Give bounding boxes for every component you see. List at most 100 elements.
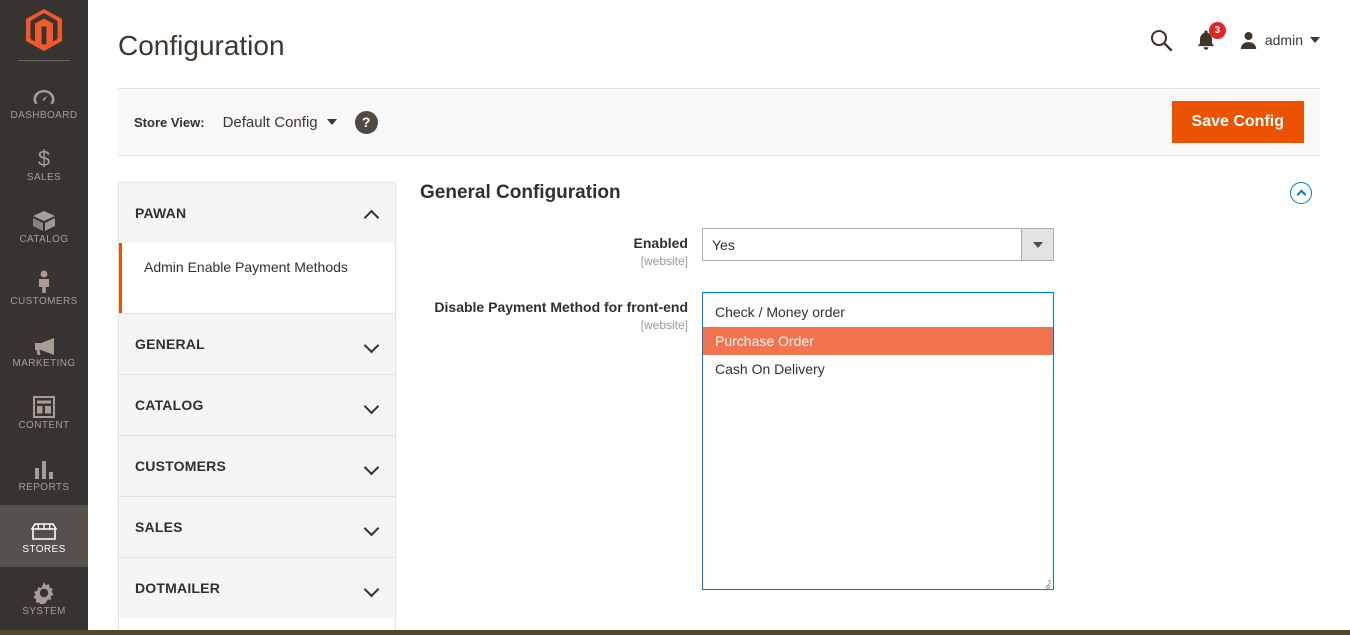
chevron-up-icon [366, 207, 379, 220]
config-section-dotmailer: DOTMAILER [118, 557, 396, 618]
form-section-header: General Configuration [420, 182, 1320, 204]
gear-icon [33, 579, 55, 604]
field-control-disable-payment-method: Check / Money order Purchase Order Cash … [702, 291, 1320, 590]
main-content: Configuration 3 admin Store View: Defaul… [88, 0, 1350, 635]
search-icon[interactable] [1149, 28, 1173, 52]
field-scope-text: [website] [640, 253, 688, 268]
config-section-catalog: CATALOG [118, 374, 396, 435]
sidebar-item-label: CATALOG [19, 234, 69, 245]
page-header: Configuration 3 admin [88, 0, 1350, 88]
sidebar-item-stores[interactable]: STORES [0, 505, 88, 567]
chevron-down-icon [366, 460, 379, 473]
help-icon[interactable]: ? [354, 110, 378, 134]
sidebar-item-content[interactable]: CONTENT [0, 381, 88, 443]
person-icon [36, 269, 52, 294]
dashboard-icon [32, 83, 56, 108]
config-section-title: GENERAL [135, 336, 205, 352]
config-section-title: PAWAN [135, 205, 187, 221]
layout-icon [33, 393, 55, 418]
user-name: admin [1264, 32, 1303, 48]
form-section-title: General Configuration [420, 182, 621, 203]
enabled-select[interactable]: Yes [702, 228, 1054, 261]
chevron-down-icon [366, 399, 379, 412]
multiselect-option-purchase-order[interactable]: Purchase Order [703, 326, 1053, 356]
admin-page: DASHBOARD $ SALES CATALOG CUSTOMERS MARK… [0, 0, 1350, 635]
chevron-down-icon[interactable] [1021, 228, 1054, 261]
header-actions: 3 admin [1149, 0, 1320, 52]
field-label-enabled: Enabled [website] [420, 228, 702, 268]
bottom-edge-strip [0, 630, 1350, 635]
magento-logo[interactable] [0, 0, 88, 60]
config-section-header[interactable]: CATALOG [119, 375, 395, 435]
store-view-switcher: Store View: Default Config ? [134, 110, 378, 134]
bar-chart-icon [33, 455, 55, 480]
enabled-select-value: Yes [702, 228, 1021, 261]
chevron-down-icon [366, 582, 379, 595]
sidebar-item-system[interactable]: SYSTEM [0, 567, 88, 629]
sidebar-item-reports[interactable]: REPORTS [0, 443, 88, 505]
notifications-badge: 3 [1208, 21, 1226, 39]
bell-icon[interactable]: 3 [1195, 21, 1226, 52]
storefront-icon [31, 517, 57, 542]
magento-logo-icon [26, 9, 62, 51]
chevron-down-icon [1310, 37, 1320, 43]
multiselect-option-cash-on-delivery[interactable]: Cash On Delivery [703, 355, 1053, 384]
admin-sidebar: DASHBOARD $ SALES CATALOG CUSTOMERS MARK… [0, 0, 88, 635]
field-label-text: Disable Payment Method for front-end [434, 298, 688, 315]
config-nav-item-admin-enable-payment-methods[interactable]: Admin Enable Payment Methods [119, 243, 395, 313]
multiselect-option-check-money-order[interactable]: Check / Money order [703, 298, 1053, 327]
sidebar-item-catalog[interactable]: CATALOG [0, 195, 88, 257]
config-section-customers: CUSTOMERS [118, 435, 396, 496]
config-section-header[interactable]: SALES [119, 497, 395, 557]
page-title: Configuration [118, 30, 285, 61]
megaphone-icon [32, 331, 56, 356]
store-view-select[interactable]: Default Config [223, 114, 337, 131]
config-content: PAWAN Admin Enable Payment Methods GENER… [88, 182, 1350, 635]
chevron-up-circle-icon[interactable] [1290, 182, 1312, 204]
resize-handle[interactable] [1038, 574, 1052, 589]
save-config-button[interactable]: Save Config [1171, 101, 1304, 143]
sidebar-item-dashboard[interactable]: DASHBOARD [0, 71, 88, 133]
sidebar-item-label: REPORTS [18, 482, 70, 493]
store-view-value: Default Config [222, 113, 318, 131]
sidebar-item-label: SALES [26, 172, 62, 183]
dollar-icon: $ [36, 145, 52, 170]
nav-divider-top [18, 60, 70, 61]
config-section-header[interactable]: CUSTOMERS [119, 436, 395, 496]
field-label-text: Enabled [633, 235, 688, 251]
sidebar-item-customers[interactable]: CUSTOMERS [0, 257, 88, 319]
box-icon [32, 207, 56, 232]
sidebar-item-label: SYSTEM [22, 606, 66, 617]
field-label-disable-payment-method: Disable Payment Method for front-end [we… [420, 292, 702, 590]
config-section-title: SALES [135, 519, 183, 535]
sidebar-item-label: STORES [22, 544, 66, 555]
chevron-down-icon [366, 338, 379, 351]
sidebar-item-label: MARKETING [12, 358, 76, 369]
sidebar-item-sales[interactable]: $ SALES [0, 133, 88, 195]
config-section-header[interactable]: PAWAN [119, 183, 395, 243]
svg-text:$: $ [38, 146, 50, 170]
config-section-header[interactable]: DOTMAILER [119, 558, 395, 618]
field-scope-text: [website] [640, 317, 688, 332]
sidebar-item-label: CUSTOMERS [10, 296, 78, 307]
sidebar-item-label: DASHBOARD [10, 110, 78, 121]
field-row-enabled: Enabled [website] Yes [420, 228, 1320, 268]
page-actions-bar-wrap: Store View: Default Config ? Save Config [88, 88, 1350, 156]
config-section-sales: SALES [118, 496, 396, 557]
field-row-disable-payment-method: Disable Payment Method for front-end [we… [420, 291, 1320, 590]
disable-payment-method-multiselect[interactable]: Check / Money order Purchase Order Cash … [702, 291, 1054, 590]
user-menu[interactable]: admin [1239, 31, 1320, 50]
field-control-enabled: Yes [702, 228, 1320, 268]
config-section-title: CUSTOMERS [135, 458, 226, 474]
sidebar-item-marketing[interactable]: MARKETING [0, 319, 88, 381]
chevron-down-icon [366, 521, 379, 534]
config-section-pawan: PAWAN Admin Enable Payment Methods [118, 182, 396, 313]
config-nav: PAWAN Admin Enable Payment Methods GENER… [118, 182, 396, 635]
config-section-title: CATALOG [135, 397, 204, 413]
config-section-body: Admin Enable Payment Methods [119, 243, 395, 313]
config-form: General Configuration Enabled [website] … [396, 182, 1320, 635]
config-section-header[interactable]: GENERAL [119, 314, 395, 374]
config-section-general: GENERAL [118, 313, 396, 374]
user-avatar-icon [1240, 31, 1257, 49]
config-section-title: DOTMAILER [135, 580, 221, 596]
